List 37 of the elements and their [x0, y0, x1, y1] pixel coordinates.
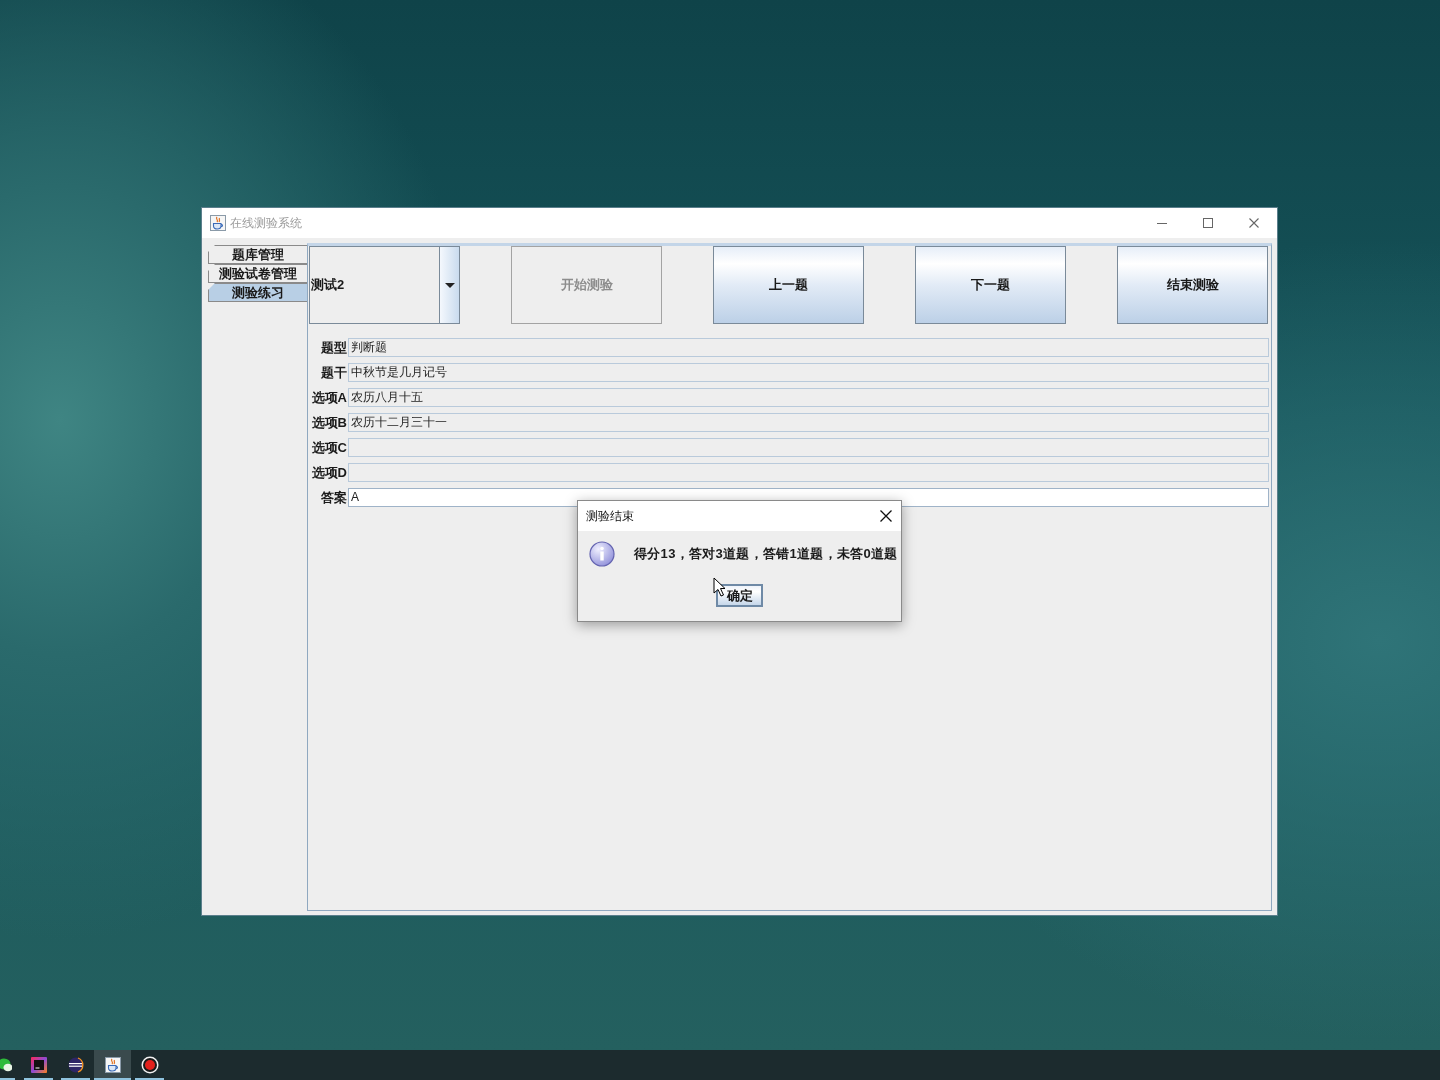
window-title: 在线测验系统 [230, 214, 302, 232]
taskbar-app-button[interactable] [94, 1050, 131, 1080]
field-label: 答案 [320, 489, 347, 507]
text-field[interactable]: 农历十二月三十一 [348, 413, 1269, 432]
text-field[interactable]: 判断题 [348, 338, 1269, 357]
maximize-icon [1203, 218, 1213, 228]
field-label: 题干 [320, 364, 347, 382]
info-icon [589, 541, 615, 567]
next-question-button[interactable]: 下一题 [915, 246, 1066, 324]
cup-icon [104, 1057, 121, 1073]
tab[interactable]: 测验练习 [208, 283, 307, 302]
tab[interactable]: 测验试卷管理 [208, 264, 307, 283]
mouse-pointer-icon [713, 577, 726, 597]
field-label: 选项B [310, 414, 347, 432]
chat-bubbles-icon [0, 1057, 12, 1073]
text-field[interactable]: 农历八月十五 [348, 388, 1269, 407]
dialog-message: 得分13，答对3道题，答错1道题，未答0道题 [634, 545, 898, 563]
text-field[interactable] [348, 438, 1269, 457]
record-icon [140, 1056, 159, 1074]
text-field[interactable]: 中秋节是几月记号 [348, 363, 1269, 382]
field-label: 题型 [320, 339, 347, 357]
app-square-icon [30, 1057, 47, 1073]
cup-icon [210, 215, 226, 231]
test-dropdown[interactable]: 测试2 [309, 246, 460, 324]
dialog-title: 测验结束 [585, 507, 634, 525]
close-icon [880, 510, 892, 522]
close-icon [1249, 218, 1259, 228]
field-label: 选项A [310, 389, 347, 407]
previous-question-button[interactable]: 上一题 [713, 246, 864, 324]
ok-button[interactable]: 确定 [716, 584, 763, 607]
field-label: 选项C [310, 439, 347, 457]
tab[interactable]: 题库管理 [208, 245, 307, 264]
end-quiz-button[interactable]: 结束测验 [1117, 246, 1268, 324]
striped-sphere-icon [67, 1057, 84, 1073]
caret-icon [444, 282, 455, 288]
field-label: 选项D [310, 464, 347, 482]
text-field[interactable] [348, 463, 1269, 482]
